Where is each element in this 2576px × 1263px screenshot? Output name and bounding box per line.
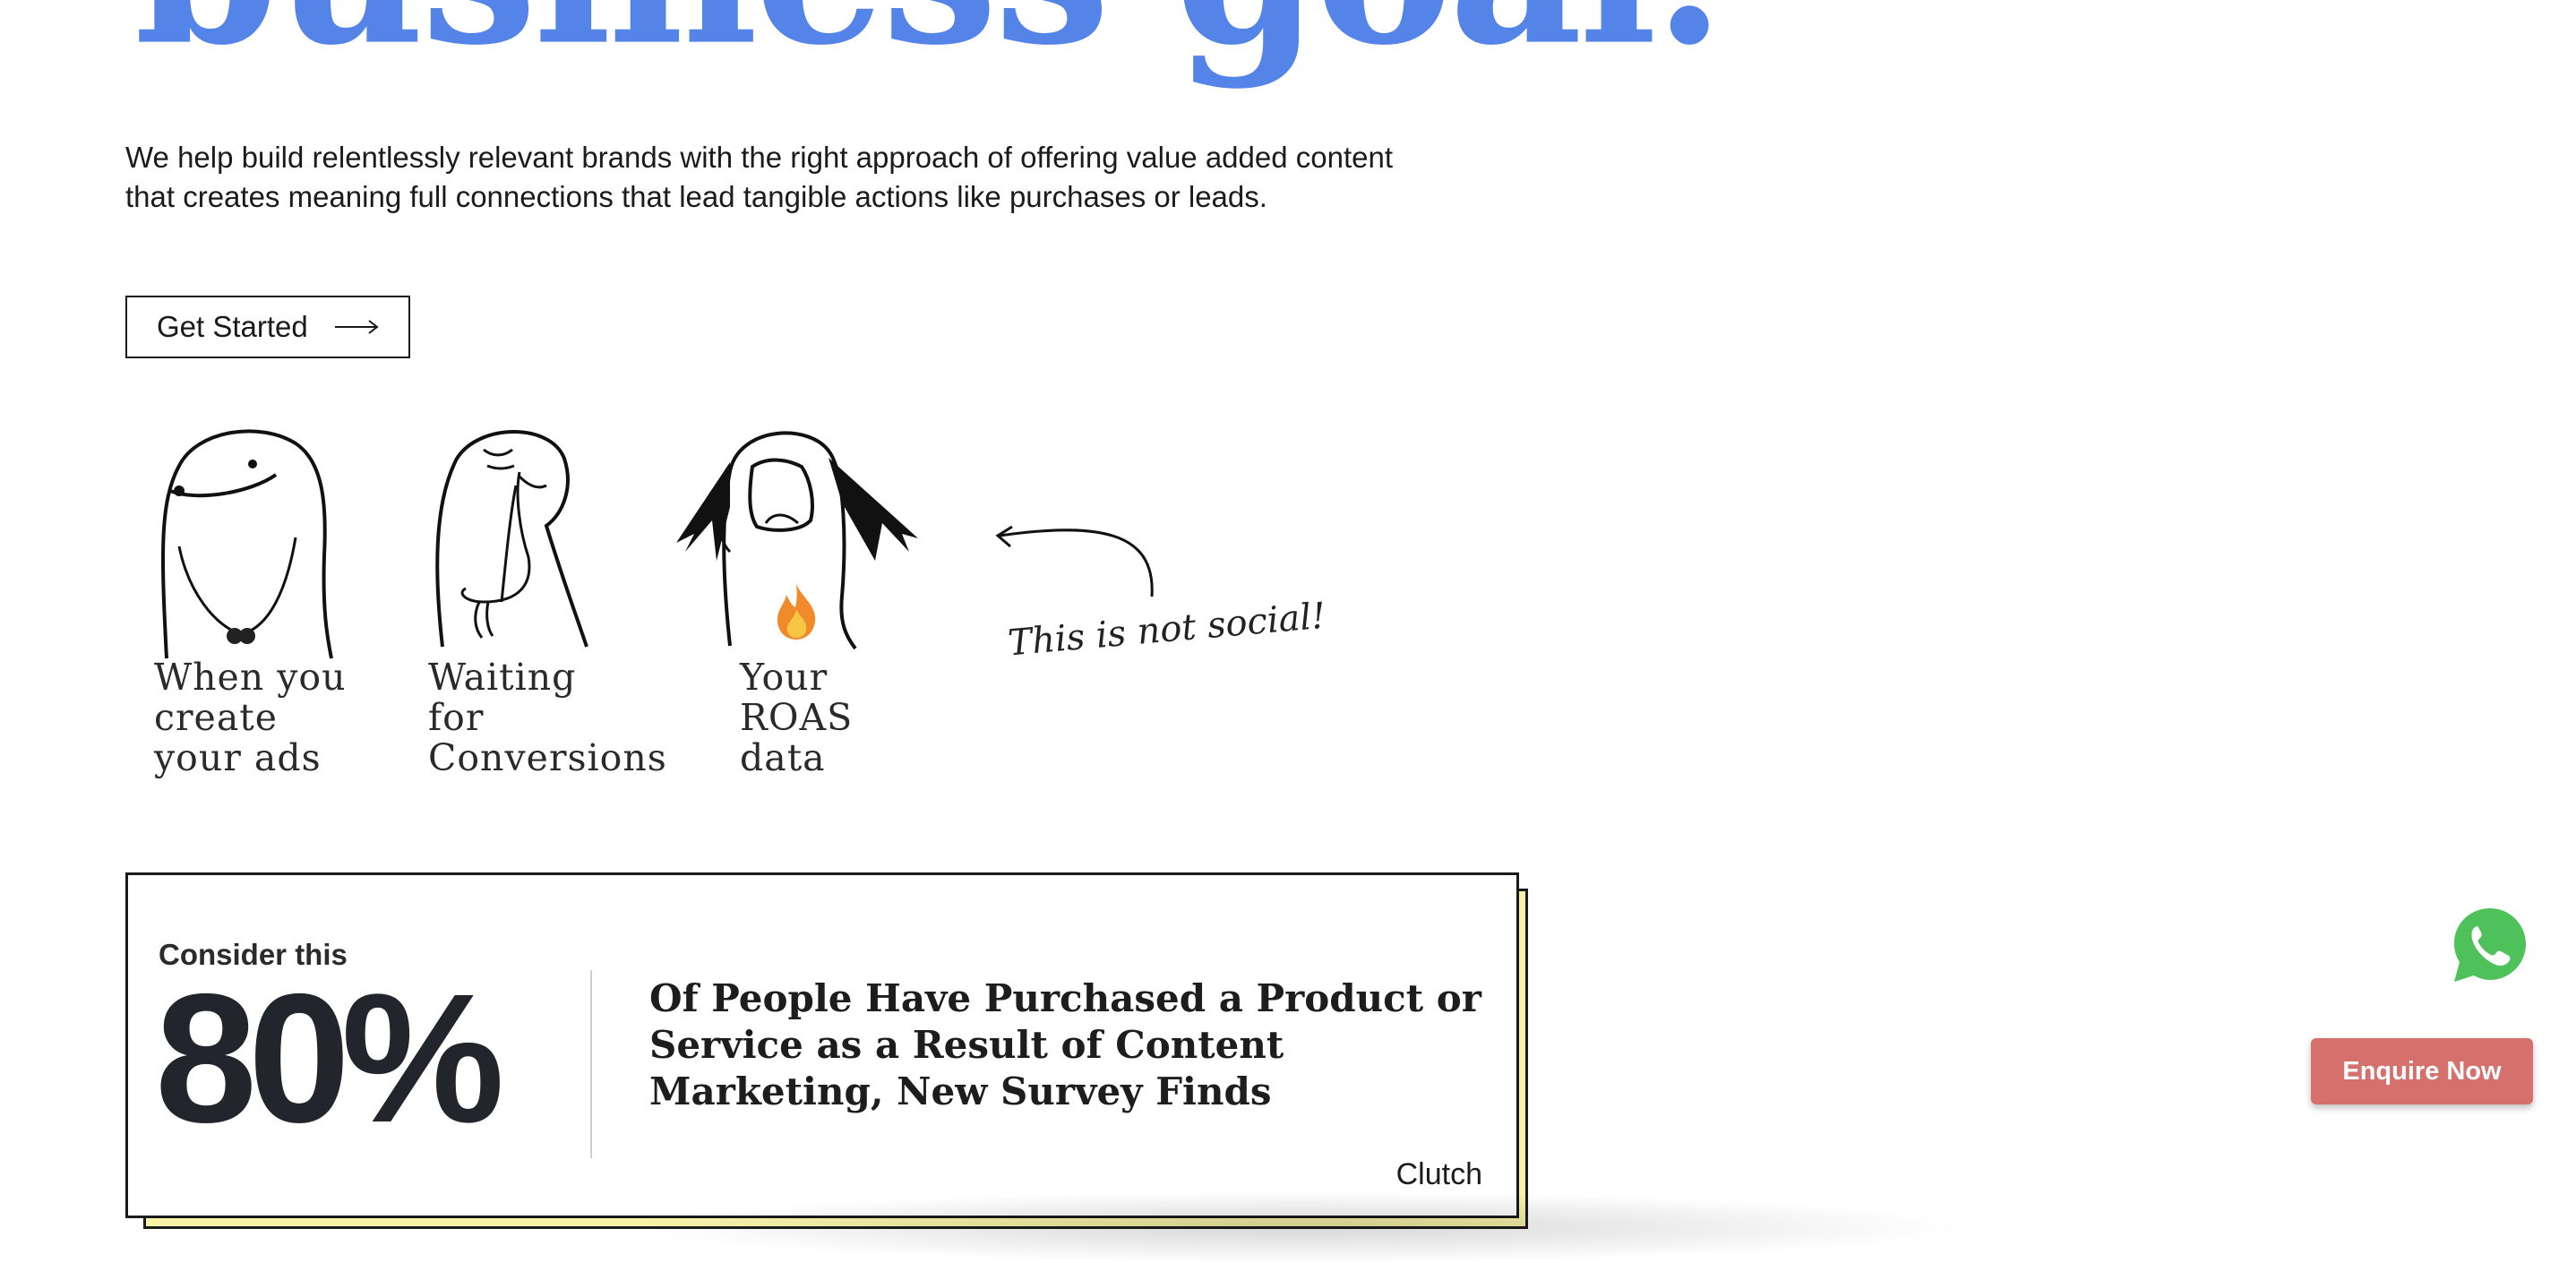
whatsapp-button[interactable] <box>2451 905 2529 985</box>
meme-figure-anxious <box>435 430 588 648</box>
stat-value: 80% <box>155 956 504 1161</box>
intro-paragraph: We help build relentlessly relevant bran… <box>125 141 1394 213</box>
fire-icon <box>774 582 819 645</box>
bottom-shadow <box>627 1191 1971 1263</box>
hero-title: business goal. <box>134 0 1725 73</box>
curved-arrow-icon <box>995 525 1154 597</box>
meme-caption-2: Waiting for Conversions <box>428 656 667 779</box>
source-logo: Clutch <box>1395 1157 1482 1191</box>
get-started-button[interactable]: Get Started <box>125 296 410 358</box>
stat-card: Consider this 80% Of People Have Purchas… <box>125 872 1519 1218</box>
stat-headline: Of People Have Purchased a Product or Se… <box>649 976 1481 1113</box>
meme-caption-1: When you create your ads <box>154 656 347 779</box>
meme-figure-smug <box>161 429 333 659</box>
enquire-now-button[interactable]: Enquire Now <box>2311 1038 2533 1104</box>
arrow-right-icon <box>334 320 379 334</box>
stat-divider <box>590 970 592 1158</box>
whatsapp-icon <box>2454 908 2526 982</box>
meme-caption-3: Your ROAS data <box>740 656 854 779</box>
meme-strip: When you create your ads Waiting for Con… <box>0 421 1344 797</box>
get-started-label: Get Started <box>157 310 308 343</box>
